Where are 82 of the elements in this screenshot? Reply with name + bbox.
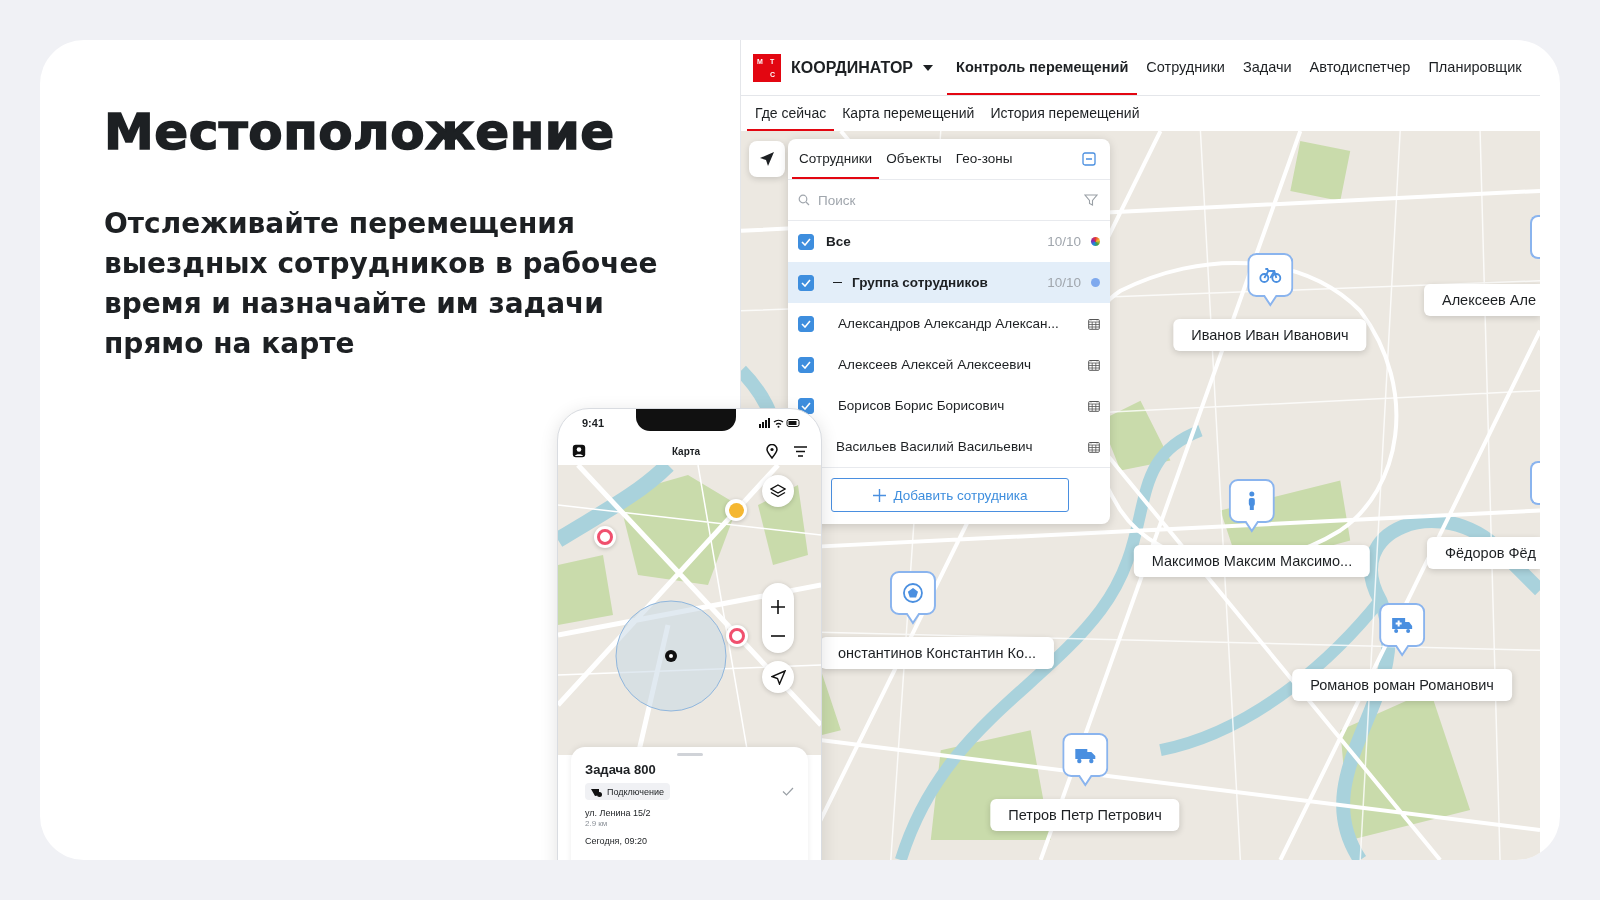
navigation-arrow-button[interactable] bbox=[749, 141, 785, 177]
employee-map-label[interactable]: Фёдоров Фёд bbox=[1426, 537, 1540, 569]
row-label: Алексеев Алексей Алексеевич bbox=[837, 357, 1033, 372]
map-pin-icon[interactable] bbox=[1530, 215, 1540, 259]
zoom-control[interactable] bbox=[762, 583, 794, 653]
employee-map-label[interactable]: Максимов Максим Максимо... bbox=[1133, 545, 1371, 577]
employee-map-label[interactable]: Алексеев Але bbox=[1424, 284, 1540, 316]
ambulance-pin-icon[interactable] bbox=[1379, 603, 1425, 657]
task-distance: 2.9 км bbox=[585, 819, 609, 828]
plus-icon bbox=[872, 488, 886, 502]
subnav-tab[interactable]: История перемещений bbox=[982, 96, 1148, 131]
nav-tab[interactable]: Планировщик bbox=[1419, 40, 1531, 95]
navigation-arrow-icon bbox=[759, 151, 775, 167]
employee-map-label[interactable]: Романов роман Романович bbox=[1292, 669, 1512, 701]
employee-list-row[interactable]: Александров Александр Алексан... bbox=[822, 303, 1110, 344]
employee-list-row[interactable]: Борисов Борис Борисович bbox=[822, 385, 1110, 426]
zoom-out-icon[interactable] bbox=[771, 634, 785, 637]
employee-map-label[interactable]: Иванов Иван Иванович bbox=[1173, 319, 1367, 351]
filter-lines-icon[interactable] bbox=[794, 445, 807, 457]
row-count: 10/10 bbox=[1047, 234, 1081, 249]
profile-icon[interactable] bbox=[572, 444, 586, 458]
navigation-arrow-icon bbox=[770, 669, 786, 685]
hero-description: Отслеживайте перемещения выездных сотрудников в рабочее время и назначайте им задачи прямо на карте bbox=[104, 206, 659, 362]
row-label: Васильев Василий Васильевич bbox=[835, 439, 1034, 454]
layers-icon bbox=[770, 484, 786, 498]
football-pin-icon[interactable] bbox=[890, 571, 936, 625]
bicycle-pin-icon[interactable] bbox=[1247, 253, 1293, 307]
calendar-icon[interactable] bbox=[1088, 440, 1100, 453]
employee-list-row[interactable]: Алексеев Алексей Алексеевич bbox=[822, 344, 1110, 385]
zoom-in-icon[interactable] bbox=[771, 599, 785, 614]
checkbox[interactable] bbox=[798, 233, 814, 250]
calendar-icon[interactable] bbox=[1088, 317, 1100, 330]
employee-list-row[interactable]: Все 10/10 bbox=[822, 221, 1110, 262]
nav-tab[interactable]: Автодиспетчер bbox=[1300, 40, 1420, 95]
employee-map-label[interactable]: онстантинов Константин Ко... bbox=[819, 637, 1055, 669]
checkbox[interactable] bbox=[798, 274, 814, 291]
nav-tab[interactable]: Контроль перемещений bbox=[947, 40, 1138, 95]
row-label: Все bbox=[826, 234, 852, 249]
nav-tab[interactable]: Сотрудники bbox=[1137, 40, 1234, 95]
employee-map-label[interactable]: Петров Петр Петрович bbox=[990, 799, 1180, 831]
task-tag: Подключение bbox=[585, 783, 671, 800]
check-icon bbox=[801, 360, 811, 369]
task-address: ул. Ленина 15/2 bbox=[585, 808, 652, 818]
check-icon bbox=[801, 237, 811, 246]
check-icon bbox=[801, 401, 811, 410]
status-time: 9:41 bbox=[582, 417, 605, 429]
panel-tab[interactable]: Сотрудники bbox=[792, 139, 880, 179]
checkbox[interactable] bbox=[798, 356, 814, 373]
calendar-icon[interactable] bbox=[1088, 399, 1100, 412]
map-pin-icon[interactable] bbox=[1530, 461, 1540, 505]
caret-icon bbox=[923, 64, 934, 71]
task-time: Сегодня, 09:20 bbox=[585, 836, 648, 846]
add-employee-button[interactable]: Добавить сотрудника bbox=[831, 478, 1069, 512]
hero-title: Местоположение bbox=[104, 102, 616, 162]
row-count: 10/10 bbox=[1047, 275, 1081, 290]
screen-title: Карта bbox=[670, 445, 702, 457]
location-pin-icon[interactable] bbox=[766, 443, 778, 459]
checkbox[interactable] bbox=[798, 315, 814, 332]
row-label: Группа сотрудников bbox=[852, 275, 989, 290]
plug-icon bbox=[591, 786, 602, 797]
nav-tab[interactable]: Задачи bbox=[1233, 40, 1301, 95]
filter-icon[interactable] bbox=[1084, 193, 1098, 207]
employee-list-row[interactable]: Васильев Василий Васильевич bbox=[820, 426, 1110, 467]
task-title: Задача 800 bbox=[585, 762, 657, 777]
task-card[interactable]: Задача 800 Подключение ул. Ленина 15/2 2.9 км Сегодня, 09:20 bbox=[571, 747, 808, 860]
panel-tab[interactable]: Гео-зоны bbox=[948, 139, 1020, 179]
row-label: Александров Александр Алексан... bbox=[837, 316, 1060, 331]
row-label: Борисов Борис Борисович bbox=[837, 398, 1006, 413]
check-icon bbox=[801, 278, 811, 287]
truck-pin-icon[interactable] bbox=[1062, 733, 1108, 787]
panel-tab[interactable]: Объекты bbox=[879, 139, 949, 179]
checkbox[interactable] bbox=[798, 397, 814, 414]
color-dot-icon bbox=[1091, 278, 1100, 287]
collapse-icon[interactable] bbox=[1082, 152, 1096, 166]
product-menu[interactable]: КООРДИНАТОР bbox=[791, 58, 934, 77]
search-icon bbox=[798, 194, 810, 206]
person-pin-icon[interactable] bbox=[1229, 479, 1275, 533]
status-icons-drawing bbox=[759, 418, 801, 428]
color-dot-icon bbox=[1091, 237, 1100, 246]
subnav-tab[interactable]: Карта перемещений bbox=[834, 96, 983, 131]
check-icon bbox=[801, 319, 811, 328]
calendar-icon[interactable] bbox=[1088, 358, 1100, 371]
